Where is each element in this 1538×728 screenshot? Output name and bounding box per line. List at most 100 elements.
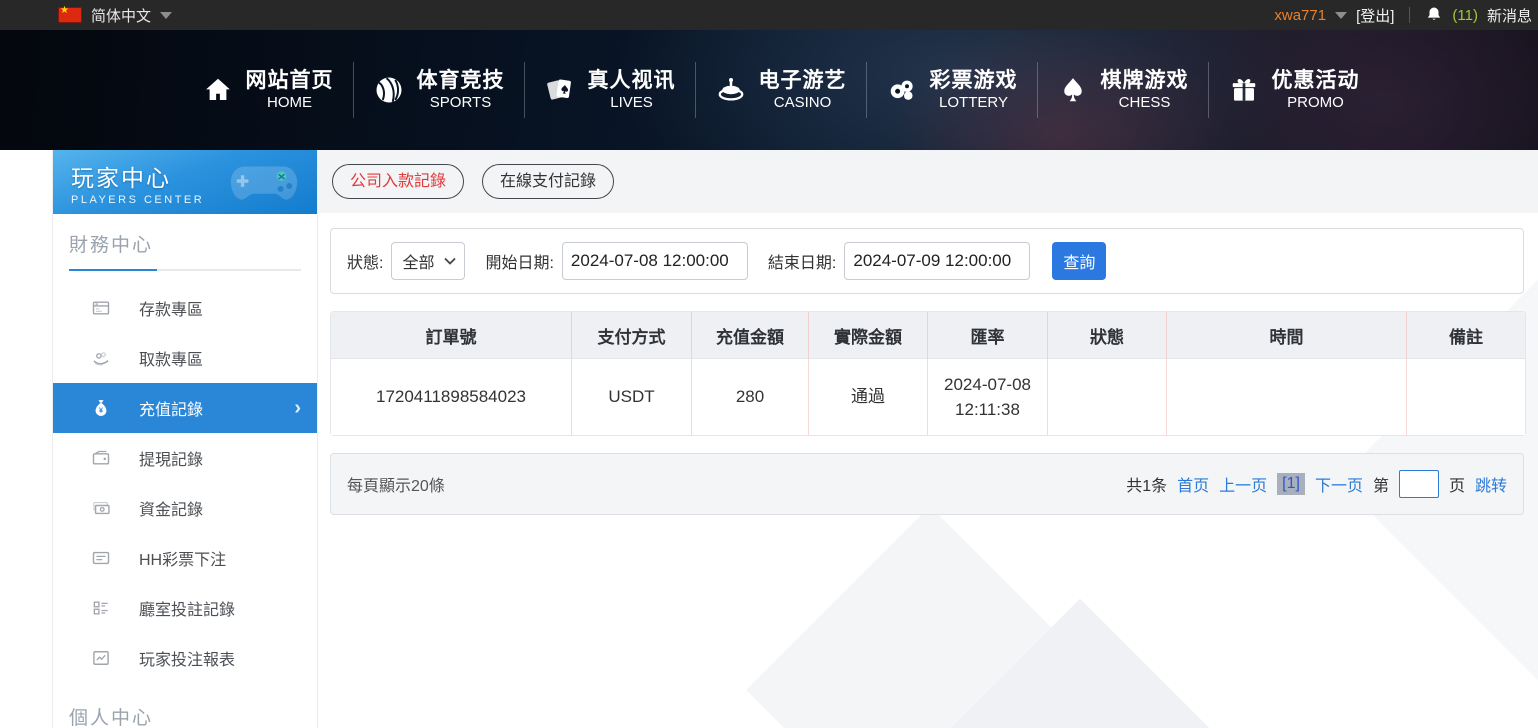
bell-icon[interactable] xyxy=(1425,6,1443,24)
prev-page-link[interactable]: 上一页 xyxy=(1219,472,1267,496)
table-header-row: 訂單號 支付方式 充值金額 實際金額 匯率 狀態 時間 備註 xyxy=(331,312,1525,359)
nav-label-en: LOTTERY xyxy=(939,94,1008,113)
nav-label-zh: 体育竞技 xyxy=(417,68,505,94)
end-date-label: 結束日期: xyxy=(768,249,836,273)
report-chart-icon xyxy=(91,648,111,668)
nav-label-zh: 优惠活动 xyxy=(1272,68,1360,94)
tab-online-payment-records[interactable]: 在線支付記錄 xyxy=(482,164,614,200)
chevron-down-icon[interactable] xyxy=(160,12,172,19)
sidebar-menu: 存款專區 取款專區 ¥ 充值記錄 › xyxy=(53,283,317,683)
pagination-bar: 每頁顯示20條 共1条 首页 上一页 [1] 下一页 第 页 跳转 xyxy=(330,453,1524,515)
nav-item-chess[interactable]: 棋牌游戏 CHESS xyxy=(1038,68,1208,113)
nav-item-lottery[interactable]: 彩票游戏 LOTTERY xyxy=(867,68,1037,113)
start-date-input[interactable] xyxy=(562,242,748,280)
nav-label-zh: 网站首页 xyxy=(246,68,334,94)
sidebar-item-recharge-records[interactable]: ¥ 充值記錄 › xyxy=(53,383,317,433)
col-status: 狀態 xyxy=(1047,312,1166,359)
sidebar-item-room-bet-records[interactable]: 廳室投註記錄 xyxy=(53,583,317,633)
cell-status xyxy=(1047,359,1166,435)
sidebar-item-funds-records[interactable]: 資金記錄 xyxy=(53,483,317,533)
message-count: (11) xyxy=(1452,7,1478,24)
cell-order-no: 1720411898584023 xyxy=(331,359,571,435)
record-tabs: 公司入款記錄 在線支付記錄 xyxy=(330,150,1524,213)
language-label: 简体中文 xyxy=(91,5,151,26)
col-order-no: 訂單號 xyxy=(331,312,571,359)
table-row: 1720411898584023 USDT 280 通過 2024-07-08 … xyxy=(331,359,1525,435)
china-flag-icon xyxy=(58,7,82,23)
lottery-balls-icon xyxy=(887,75,917,105)
username[interactable]: xwa771 xyxy=(1274,7,1326,24)
wallet-icon xyxy=(91,448,111,468)
nav-label-en: LIVES xyxy=(610,94,653,113)
col-remark: 備註 xyxy=(1406,312,1525,359)
start-date-label: 開始日期: xyxy=(485,249,553,273)
col-time: 時間 xyxy=(1166,312,1406,359)
col-payment-method: 支付方式 xyxy=(571,312,691,359)
nav-label-zh: 电子游艺 xyxy=(759,68,847,94)
list-card-icon xyxy=(91,548,111,568)
status-select-value: 全部 xyxy=(402,249,434,273)
banknotes-icon xyxy=(91,498,111,518)
filter-bar: 狀態: 全部 開始日期: 結束日期: 查詢 xyxy=(330,228,1524,294)
per-page-label: 每頁顯示20條 xyxy=(347,472,445,496)
cell-actual-amount: 通過 xyxy=(808,359,927,435)
sidebar-item-withdraw[interactable]: 取款專區 xyxy=(53,333,317,383)
cell-remark xyxy=(1406,359,1525,435)
chevron-down-icon xyxy=(444,257,456,265)
nav-item-casino[interactable]: 电子游艺 CASINO xyxy=(696,68,866,113)
nav-item-home[interactable]: 网站首页 HOME xyxy=(183,68,353,113)
nav-label-en: CHESS xyxy=(1119,94,1171,113)
logout-button[interactable]: [登出] xyxy=(1356,5,1394,26)
sidebar-item-label: 提現記錄 xyxy=(139,446,203,470)
nav-label-en: PROMO xyxy=(1287,94,1344,113)
sidebar-item-label: 取款專區 xyxy=(139,346,203,370)
sidebar-item-hh-lottery-bets[interactable]: HH彩票下注 xyxy=(53,533,317,583)
language-switcher[interactable]: 简体中文 xyxy=(58,5,172,26)
sidebar-item-withdrawal-records[interactable]: 提現記錄 xyxy=(53,433,317,483)
sidebar-item-deposit[interactable]: 存款專區 xyxy=(53,283,317,333)
sidebar: 玩家中心 PLAYERS CENTER 財務中心 xyxy=(52,150,318,728)
jump-page-input[interactable] xyxy=(1399,470,1439,498)
current-page[interactable]: [1] xyxy=(1277,473,1305,495)
end-date-input[interactable] xyxy=(844,242,1030,280)
chevron-down-icon[interactable] xyxy=(1335,12,1347,19)
divider xyxy=(1409,7,1410,23)
nav-label-zh: 真人视讯 xyxy=(588,68,676,94)
nav-item-lives[interactable]: 真人视讯 LIVES xyxy=(525,68,695,113)
cell-recharge-amount: 280 xyxy=(691,359,808,435)
first-page-link[interactable]: 首页 xyxy=(1177,472,1209,496)
nav-label-zh: 彩票游戏 xyxy=(930,68,1018,94)
col-recharge-amount: 充值金額 xyxy=(691,312,808,359)
jump-link[interactable]: 跳转 xyxy=(1475,472,1507,496)
message-link[interactable]: 新消息 xyxy=(1487,5,1532,26)
page-prefix: 第 xyxy=(1373,472,1389,496)
cell-exchange-rate: 2024-07-08 12:11:38 xyxy=(927,359,1047,435)
main-content: 公司入款記錄 在線支付記錄 狀態: 全部 開始日期: 結束日期: 查詢 xyxy=(330,150,1524,515)
cell-time xyxy=(1166,359,1406,435)
sidebar-item-label: 廳室投註記錄 xyxy=(139,596,235,620)
status-select[interactable]: 全部 xyxy=(391,242,465,280)
search-button[interactable]: 查詢 xyxy=(1052,242,1106,280)
nav-label-en: HOME xyxy=(267,94,312,113)
section-underline xyxy=(69,269,301,271)
players-center-header: 玩家中心 PLAYERS CENTER xyxy=(53,150,317,214)
nav-item-sports[interactable]: 体育竞技 SPORTS xyxy=(354,68,524,113)
page: 简体中文 xwa771 [登出] (11) 新消息 网站首页 xyxy=(0,0,1538,728)
main-navigation-banner: 网站首页 HOME 体育竞技 SPORTS xyxy=(0,30,1538,150)
grid-list-icon xyxy=(91,598,111,618)
nav-label-en: SPORTS xyxy=(430,94,491,113)
sidebar-item-player-bet-report[interactable]: 玩家投注報表 xyxy=(53,633,317,683)
money-bag-icon: ¥ xyxy=(91,398,111,418)
roulette-icon xyxy=(716,75,746,105)
home-icon xyxy=(203,75,233,105)
nav-item-promo[interactable]: 优惠活动 PROMO xyxy=(1209,68,1379,113)
tab-company-deposit-records[interactable]: 公司入款記錄 xyxy=(332,164,464,200)
sidebar-item-label: HH彩票下注 xyxy=(139,546,226,570)
hand-coin-icon xyxy=(91,348,111,368)
chevron-right-icon: › xyxy=(294,397,301,420)
sidebar-item-label: 資金記錄 xyxy=(139,496,203,520)
total-count: 共1条 xyxy=(1126,472,1167,496)
nav-label-en: CASINO xyxy=(774,94,832,113)
col-exchange-rate: 匯率 xyxy=(927,312,1047,359)
next-page-link[interactable]: 下一页 xyxy=(1315,472,1363,496)
